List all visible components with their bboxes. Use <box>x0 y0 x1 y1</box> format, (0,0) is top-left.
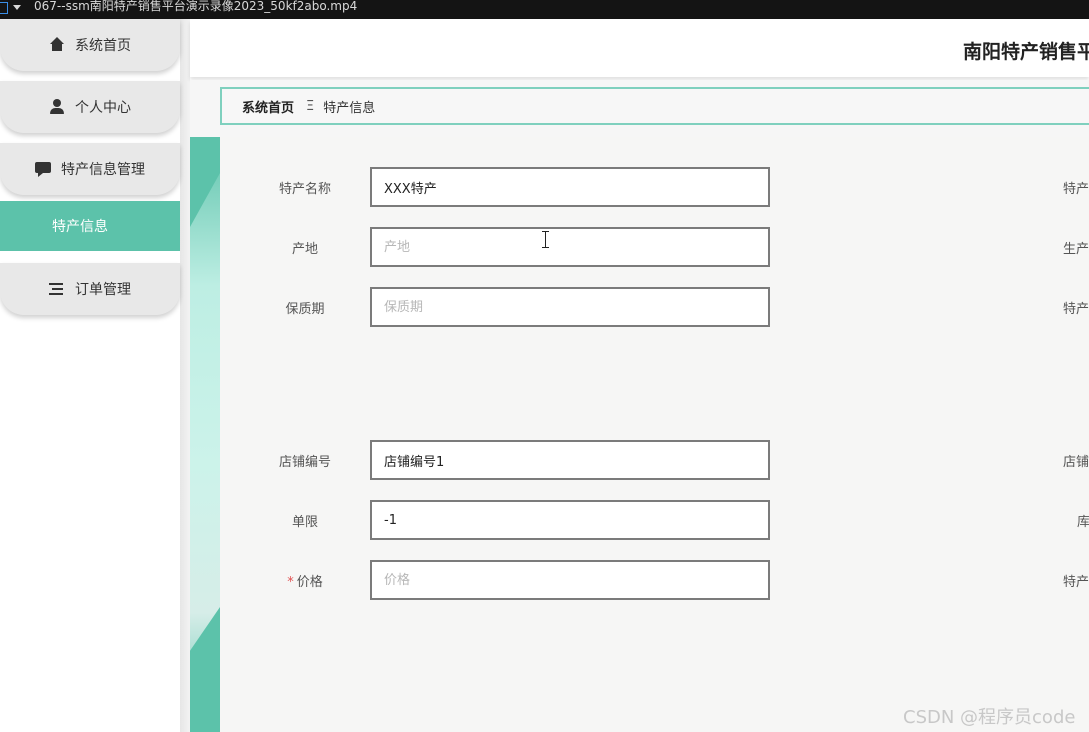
breadcrumb: 系统首页 Ξ 特产信息 <box>220 87 1089 125</box>
window-title: 067--ssm南阳特产销售平台演示录像2023_50kf2abo.mp4 <box>34 0 358 13</box>
sidebar-item-label: 特产信息管理 <box>61 162 145 178</box>
price-input[interactable] <box>370 560 770 600</box>
decorative-shape <box>190 137 220 227</box>
field-label-right-2: 生产 <box>1063 242 1089 257</box>
field-label-right-4: 店铺 <box>1063 455 1089 470</box>
page-header: 南阳特产销售平 <box>190 19 1089 77</box>
list-icon <box>49 281 65 297</box>
text-cursor-icon <box>541 231 550 248</box>
breadcrumb-current: 特产信息 <box>323 100 376 116</box>
sidebar-item-label: 特产信息 <box>52 219 108 235</box>
origin-input[interactable] <box>370 227 770 267</box>
field-label-shelf-life: 保质期 <box>285 302 325 317</box>
window-titlebar: 067--ssm南阳特产销售平台演示录像2023_50kf2abo.mp4 <box>0 0 1089 19</box>
field-label-price: * 价格 <box>250 571 360 590</box>
field-label-right-6: 特产 <box>1063 575 1089 590</box>
field-label-shop-id: 店铺编号 <box>278 455 331 470</box>
user-icon <box>49 99 65 115</box>
chat-icon <box>35 161 51 177</box>
sidebar-item-product-management[interactable]: 特产信息管理 <box>0 143 180 195</box>
field-label-right-3: 特产 <box>1063 302 1089 317</box>
sidebar-item-label: 订单管理 <box>75 282 131 298</box>
purchase-limit-input[interactable] <box>370 500 770 540</box>
app-title: 南阳特产销售平 <box>963 41 1089 63</box>
sidebar-item-label: 个人中心 <box>75 100 131 116</box>
sidebar-item-personal-center[interactable]: 个人中心 <box>0 81 180 133</box>
sidebar-item-order-management[interactable]: 订单管理 <box>0 263 180 315</box>
field-label-text: 价格 <box>296 575 323 590</box>
field-label-product-name: 特产名称 <box>278 182 331 197</box>
home-icon <box>49 37 65 53</box>
window-icon <box>0 2 8 14</box>
sidebar-subitem-product-info[interactable]: 特产信息 <box>0 201 180 251</box>
watermark: CSDN @程序员code <box>903 707 1076 728</box>
breadcrumb-separator-icon: Ξ <box>306 98 315 114</box>
field-label-right-5: 库 <box>1077 515 1089 530</box>
decorative-shape <box>190 607 220 732</box>
sidebar-item-label: 系统首页 <box>75 38 131 54</box>
field-label-right-1: 特产 <box>1063 182 1089 197</box>
sidebar-divider <box>180 19 190 732</box>
shelf-life-input[interactable] <box>370 287 770 327</box>
field-label-purchase-limit: 单限 <box>291 515 318 530</box>
field-label-origin: 产地 <box>291 242 318 257</box>
decorative-strip <box>190 137 220 732</box>
shop-id-input[interactable] <box>370 440 770 480</box>
chevron-down-icon[interactable] <box>13 5 21 10</box>
product-name-input[interactable] <box>370 167 770 207</box>
sidebar-item-home[interactable]: 系统首页 <box>0 19 180 71</box>
breadcrumb-home-link[interactable]: 系统首页 <box>242 97 294 116</box>
required-mark: * <box>287 575 294 590</box>
